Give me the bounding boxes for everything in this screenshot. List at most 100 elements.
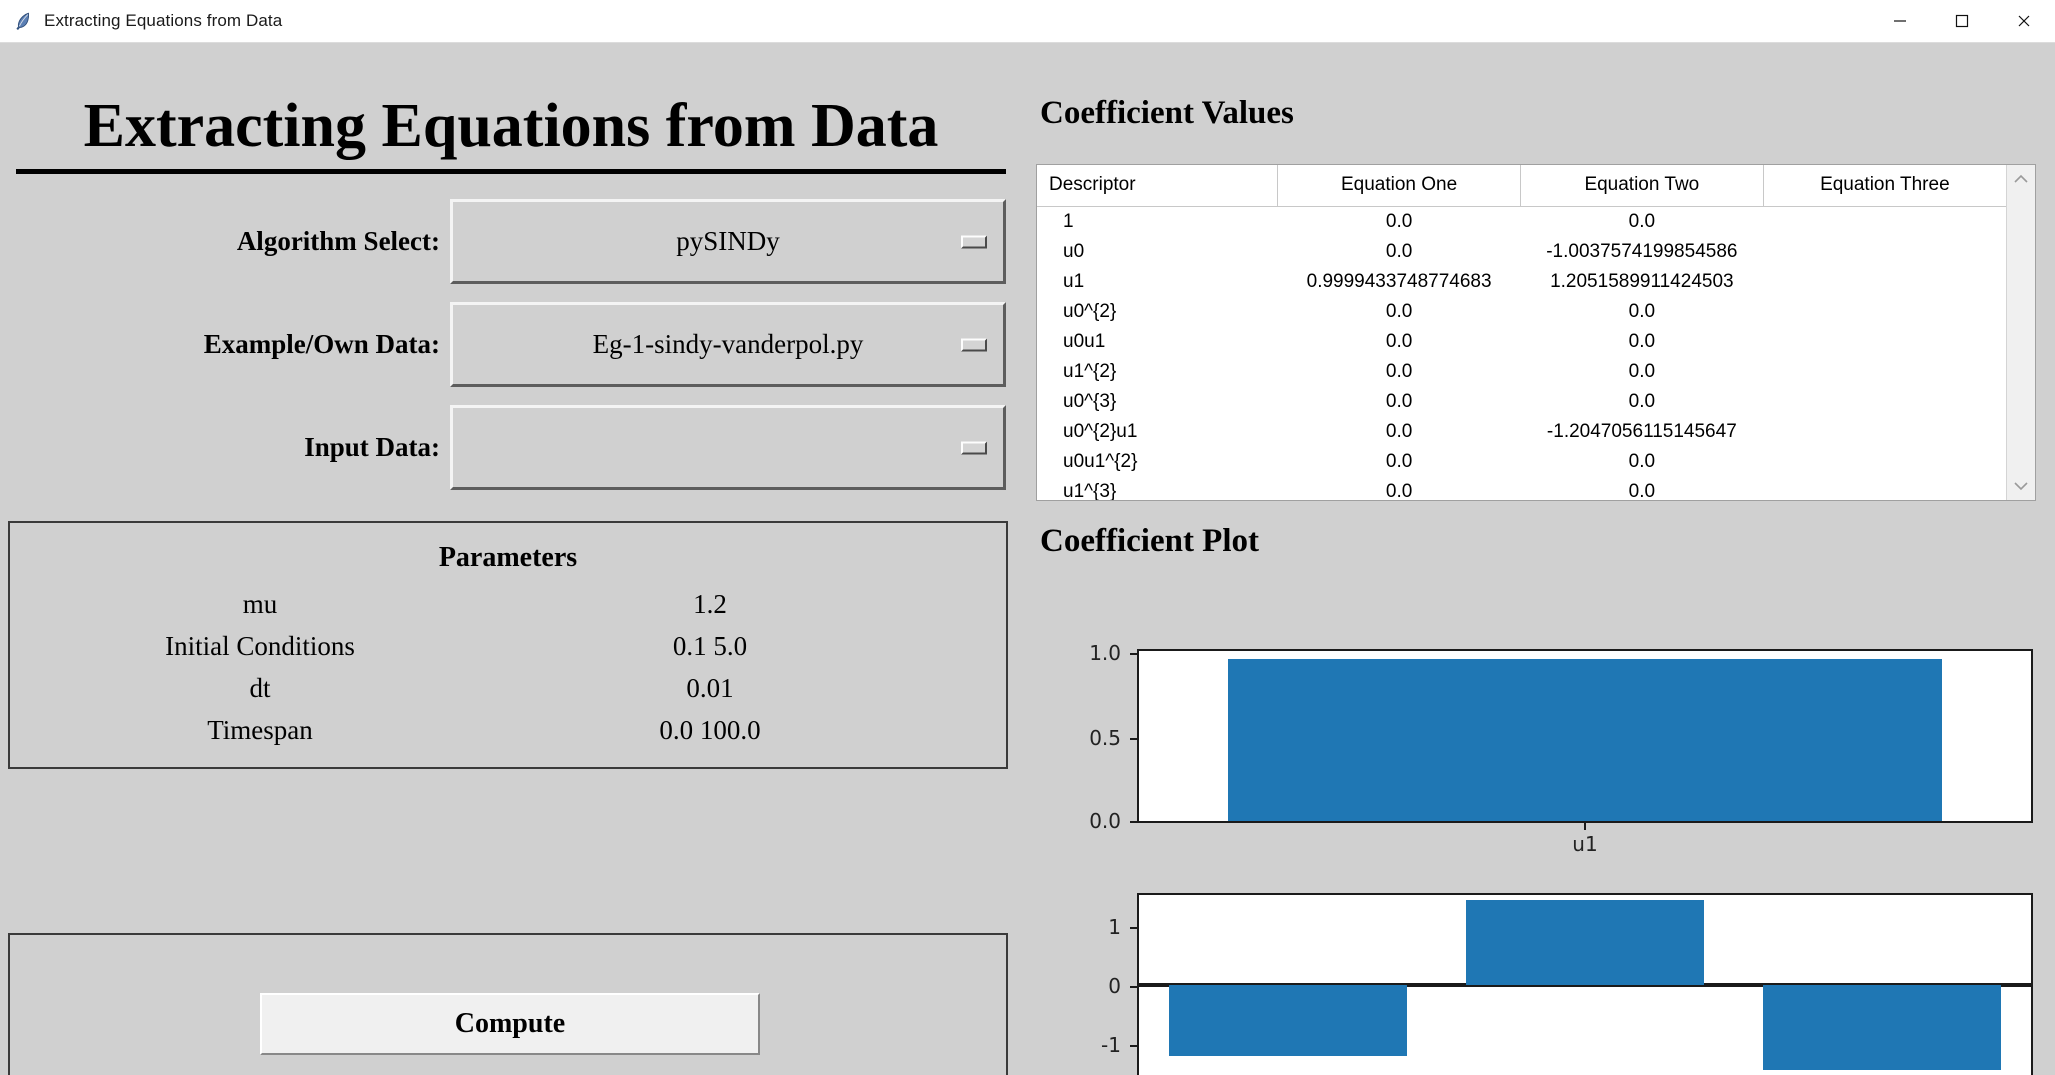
column-header-equation-three: Equation Three [1763, 165, 2006, 207]
table-row[interactable]: u0^{2} 0.0 0.0 [1037, 297, 2006, 327]
compute-button[interactable]: Compute [260, 993, 760, 1055]
parameter-key: dt [249, 672, 271, 703]
cell-equation-one: 0.0 [1277, 237, 1521, 267]
table-row[interactable]: u1^{3} 0.0 0.0 [1037, 477, 2006, 500]
cell-equation-three [1763, 387, 2006, 417]
algorithm-select-label: Algorithm Select: [236, 226, 440, 256]
dropdown-indicator-icon [961, 235, 987, 248]
cell-equation-one: 0.9999433748774683 [1277, 267, 1521, 297]
chart-two-bar-u0 [1168, 985, 1407, 1057]
example-data-value: Eg-1-sindy-vanderpol.py [592, 329, 864, 359]
chart-one-bar-u1 [1228, 659, 1942, 821]
coefficient-values-table: Descriptor Equation One Equation Two Equ… [1037, 165, 2006, 500]
parameter-key: mu [242, 588, 278, 619]
page-title: Extracting Equations from Data [83, 92, 939, 160]
coefficient-plot-heading: Coefficient Plot [1040, 523, 1259, 559]
table-vertical-scrollbar[interactable] [2006, 165, 2035, 500]
cell-equation-two: 0.0 [1520, 297, 1764, 327]
column-header-descriptor: Descriptor [1037, 165, 1279, 207]
window-title: Extracting Equations from Data [44, 11, 283, 30]
cell-equation-two: -1.0037574199854586 [1520, 237, 1764, 267]
parameter-row: dt 0.01 [10, 667, 1006, 709]
cell-equation-one: 0.0 [1277, 327, 1521, 357]
cell-descriptor: 1 [1037, 206, 1278, 237]
table-row[interactable]: u1 0.9999433748774683 1.2051589911424503 [1037, 267, 2006, 297]
cell-descriptor: u1^{2} [1037, 357, 1278, 387]
cell-equation-three [1763, 327, 2006, 357]
table-row[interactable]: u0 0.0 -1.0037574199854586 [1037, 237, 2006, 267]
table-row[interactable]: 1 0.0 0.0 [1037, 206, 2006, 237]
cell-equation-two: -1.2047056115145647 [1520, 417, 1764, 447]
chart-one-xtickmark [1584, 823, 1586, 830]
coefficient-plot-area: 0.0 0.5 1.0 u1 1 0 -1 [1030, 579, 2055, 1075]
minimize-button[interactable] [1869, 0, 1931, 42]
cell-equation-one: 0.0 [1277, 357, 1521, 387]
table-row[interactable]: u0u1^{2} 0.0 0.0 [1037, 447, 2006, 477]
parameter-key: Initial Conditions [165, 630, 355, 661]
parameters-list: mu 1.2 Initial Conditions 0.1 5.0 dt 0.0… [10, 583, 1006, 751]
scroll-up-button[interactable] [2007, 167, 2035, 191]
column-header-equation-two: Equation Two [1520, 165, 1764, 207]
input-data-dropdown[interactable] [450, 405, 1006, 490]
parameter-value: 0.01 [686, 672, 734, 703]
table-row[interactable]: u1^{2} 0.0 0.0 [1037, 357, 2006, 387]
feather-icon [12, 10, 34, 32]
parameter-row: Timespan 0.0 100.0 [10, 709, 1006, 751]
left-panel: Extracting Equations from Data Algorithm… [0, 43, 1016, 1075]
parameters-title: Parameters [438, 542, 578, 573]
parameters-panel: Parameters mu 1.2 Initial Conditions 0.1… [8, 521, 1008, 769]
parameter-value: 1.2 [693, 588, 727, 619]
table-row[interactable]: u0u1 0.0 0.0 [1037, 327, 2006, 357]
cell-equation-two: 0.0 [1520, 447, 1764, 477]
cell-equation-two: 0.0 [1520, 206, 1764, 237]
cell-equation-two: 0.0 [1520, 477, 1764, 500]
chart-one-ytick-0: 0.0 [1089, 809, 1121, 833]
cell-equation-one: 0.0 [1277, 447, 1521, 477]
window-titlebar: Extracting Equations from Data [0, 0, 2055, 43]
cell-descriptor: u1^{3} [1037, 477, 1278, 500]
cell-equation-one: 0.0 [1277, 206, 1521, 237]
dropdown-indicator-icon [961, 441, 987, 454]
chart-two-ytick-1: 1 [1108, 915, 1121, 939]
chevron-up-icon [2014, 174, 2028, 183]
parameter-row: mu 1.2 [10, 583, 1006, 625]
page-title-underline [16, 169, 1006, 174]
close-icon [2018, 15, 2030, 27]
example-data-label: Example/Own Data: [203, 329, 440, 359]
chart-one-xtick-u1: u1 [1572, 832, 1598, 856]
chart-one-tick-1 [1130, 738, 1137, 740]
cell-descriptor: u0u1^{2} [1037, 447, 1278, 477]
coefficient-values-heading: Coefficient Values [1040, 95, 1294, 131]
parameter-row: Initial Conditions 0.1 5.0 [10, 625, 1006, 667]
chart-one-tick-2 [1130, 653, 1137, 655]
cell-equation-one: 0.0 [1277, 417, 1521, 447]
cell-descriptor: u0u1 [1037, 327, 1278, 357]
algorithm-select-dropdown[interactable]: pySINDy [450, 199, 1006, 284]
example-data-dropdown[interactable]: Eg-1-sindy-vanderpol.py [450, 302, 1006, 387]
close-button[interactable] [1993, 0, 2055, 42]
chart-two-tick-1 [1130, 927, 1137, 929]
cell-equation-three [1763, 477, 2006, 500]
chart-two-bar-u0sq-u1 [1763, 985, 2002, 1071]
chart-two-axes [1137, 893, 2033, 1075]
cell-equation-one: 0.0 [1277, 387, 1521, 417]
example-data-row: Example/Own Data: Eg-1-sindy-vanderpol.p… [0, 302, 1016, 387]
chart-two-ytick-0: 0 [1108, 974, 1121, 998]
maximize-button[interactable] [1931, 0, 1993, 42]
table-row[interactable]: u0^{2}u1 0.0 -1.2047056115145647 [1037, 417, 2006, 447]
chart-one-ytick-1: 0.5 [1089, 726, 1121, 750]
cell-equation-three [1763, 206, 2006, 237]
chart-two-tick-0 [1130, 986, 1137, 988]
coefficient-values-table-container: Descriptor Equation One Equation Two Equ… [1036, 164, 2036, 501]
cell-descriptor: u1 [1037, 267, 1278, 297]
cell-equation-three [1763, 267, 2006, 297]
cell-equation-two: 1.2051589911424503 [1520, 267, 1764, 297]
cell-equation-three [1763, 417, 2006, 447]
parameter-key: Timespan [207, 714, 313, 745]
cell-equation-three [1763, 297, 2006, 327]
table-row[interactable]: u0^{3} 0.0 0.0 [1037, 387, 2006, 417]
window-controls [1869, 0, 2055, 42]
cell-equation-two: 0.0 [1520, 357, 1764, 387]
scroll-down-button[interactable] [2007, 474, 2035, 498]
cell-equation-one: 0.0 [1277, 297, 1521, 327]
